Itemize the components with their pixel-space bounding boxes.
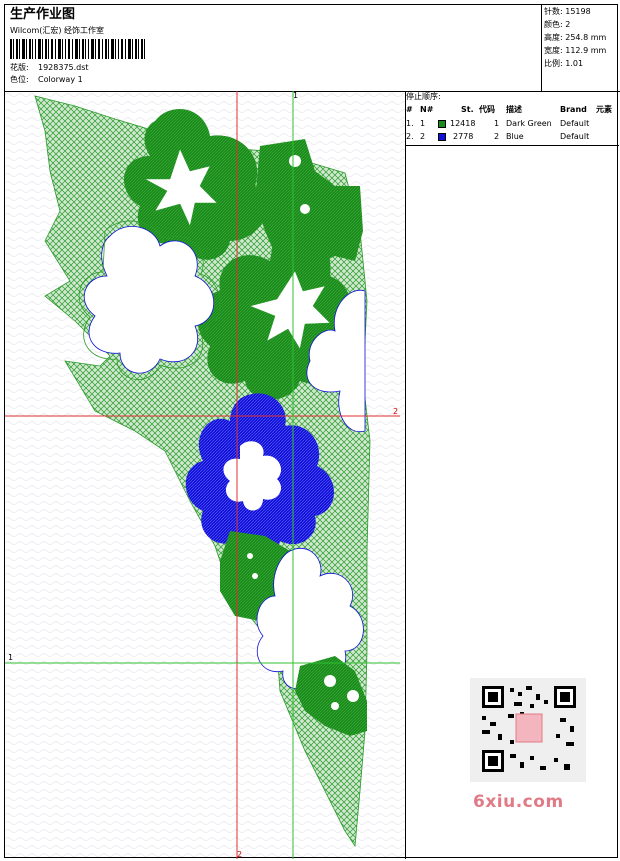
- row-brand: Default: [560, 132, 590, 141]
- row-stitches: 2778: [453, 132, 474, 141]
- row-code: 2: [494, 132, 500, 141]
- column-description: 描述: [506, 105, 522, 114]
- stat-height: 高度: 254.8 mm: [544, 33, 607, 42]
- color-swatch: [438, 120, 446, 128]
- design-value: 1928375.dst: [38, 63, 89, 72]
- row-description: Dark Green: [506, 119, 552, 128]
- column-stitches: St.: [461, 105, 474, 114]
- stats-box: 针数: 15198 颜色: 2 高度: 254.8 mm 宽度: 112.9 m…: [541, 5, 620, 92]
- panel-divider: [405, 91, 406, 859]
- row-n: 1: [420, 119, 426, 128]
- barcode: [10, 39, 145, 59]
- design-label: 花版:: [10, 63, 29, 72]
- guide-label-bottom: 2: [237, 850, 243, 859]
- stop-sequence-title: 停止顺序:: [406, 92, 441, 101]
- page-title: 生产作业图: [10, 7, 76, 22]
- colorway-value: Colorway 1: [38, 75, 83, 84]
- company-name: Wilcom(汇宏) 经饰工作室: [10, 26, 105, 35]
- column-element: 元素: [596, 105, 612, 114]
- column-n: N#: [420, 105, 434, 114]
- row-code: 1: [494, 119, 500, 128]
- row-brand: Default: [560, 119, 590, 128]
- guide-label-right: 2: [393, 407, 399, 416]
- table-divider: [405, 145, 619, 146]
- site-watermark: 6xiu.com: [473, 792, 564, 812]
- column-code: 代码: [479, 105, 495, 114]
- embroidery-design-canvas[interactable]: [5, 91, 405, 859]
- color-swatch: [438, 133, 446, 141]
- row-n: 2: [420, 132, 426, 141]
- row-description: Blue: [506, 132, 524, 141]
- stat-colors: 颜色: 2: [544, 20, 571, 29]
- row-index: 1.: [406, 119, 414, 128]
- row-stitches: 12418: [450, 119, 476, 128]
- column-index: #: [406, 105, 413, 114]
- stat-stitches: 针数: 15198: [544, 7, 591, 16]
- guide-label-left: 1: [8, 653, 14, 662]
- row-index: 2.: [406, 132, 414, 141]
- stat-width: 宽度: 112.9 mm: [544, 46, 607, 55]
- column-brand: Brand: [560, 105, 587, 114]
- colorway-label: 色位:: [10, 75, 29, 84]
- stat-scale: 比例: 1.01: [544, 59, 584, 68]
- guide-label-top: 1: [293, 91, 299, 100]
- stop-sequence-panel: 停止顺序: # N# St. 代码 描述 Brand 元素 1. 1 12418…: [405, 91, 619, 145]
- qr-code: [470, 678, 586, 782]
